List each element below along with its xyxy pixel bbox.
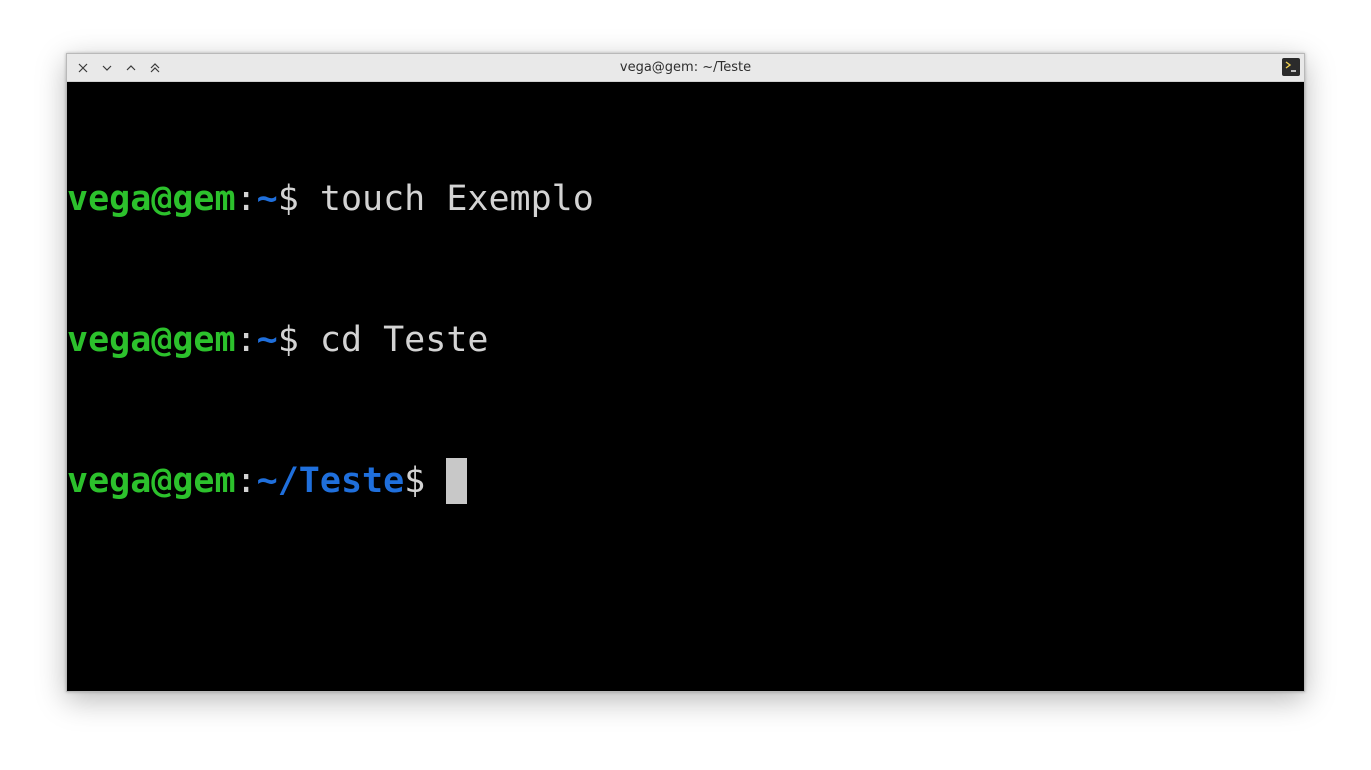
prompt-path: ~/Teste bbox=[256, 461, 405, 501]
prompt-separator: : bbox=[235, 461, 257, 501]
terminal-line-active: vega@gem:~/Teste$ bbox=[67, 458, 1304, 505]
prompt-user: vega@gem bbox=[67, 320, 236, 360]
prompt-dollar: $ bbox=[277, 320, 320, 360]
terminal-line: vega@gem:~$ cd Teste bbox=[67, 317, 1304, 364]
window-title: vega@gem: ~/Teste bbox=[619, 60, 752, 75]
prompt-dollar: $ bbox=[404, 461, 447, 501]
prompt-user: vega@gem bbox=[67, 179, 236, 219]
prompt-path: ~ bbox=[256, 179, 278, 219]
prompt-path: ~ bbox=[256, 320, 278, 360]
prompt-dollar: $ bbox=[277, 179, 320, 219]
prompt-separator: : bbox=[235, 179, 257, 219]
prompt-separator: : bbox=[235, 320, 257, 360]
terminal-output[interactable]: vega@gem:~$ touch Exemplo vega@gem:~$ cd… bbox=[67, 82, 1304, 691]
terminal-window: vega@gem: ~/Teste vega@gem:~$ touch Exem… bbox=[66, 53, 1305, 692]
text-cursor bbox=[446, 458, 468, 504]
prompt-user: vega@gem bbox=[67, 461, 236, 501]
command-text: touch Exemplo bbox=[319, 179, 594, 219]
terminal-icon[interactable] bbox=[1282, 58, 1300, 76]
title-bar[interactable]: vega@gem: ~/Teste bbox=[67, 54, 1304, 82]
terminal-line: vega@gem:~$ touch Exemplo bbox=[67, 176, 1304, 223]
command-text: cd Teste bbox=[319, 320, 489, 360]
